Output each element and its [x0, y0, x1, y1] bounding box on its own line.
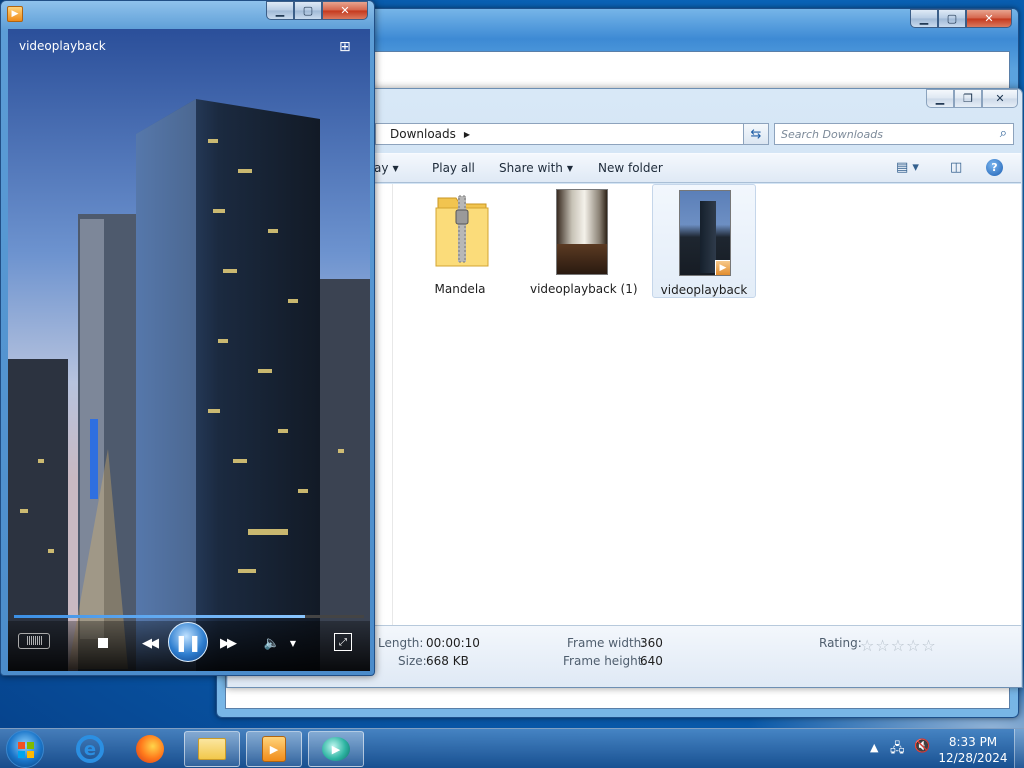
previous-button[interactable]: ◀◀	[134, 631, 164, 655]
search-input[interactable]: Search Downloads ⌕	[774, 123, 1014, 145]
visualization-icon[interactable]: ||||||||	[18, 633, 50, 649]
length-value: 00:00:10	[426, 636, 480, 650]
size-value: 668 KB	[426, 654, 469, 668]
restore-button[interactable]: ❐	[954, 89, 982, 108]
video-thumbnail: ▶	[679, 190, 731, 276]
new-folder-button[interactable]: New folder	[598, 161, 663, 175]
zip-folder-icon	[435, 195, 489, 267]
clock-date: 12/28/2024	[938, 751, 1008, 765]
length-label: Length:	[378, 636, 424, 650]
taskbar-firefox[interactable]	[122, 731, 178, 767]
video-surface[interactable]: videoplayback ⊞ |||||||| ◀◀ ❚❚ ▶▶ 🔈 ▼ ⤢	[8, 29, 370, 671]
change-view-icon[interactable]: ▤ ▾	[896, 160, 919, 175]
maximize-button[interactable]: ▢	[294, 1, 322, 20]
navigation-pane-edge	[376, 184, 393, 625]
player-caption-buttons: ▁ ▢ ✕	[266, 1, 368, 20]
seek-bar-progress	[14, 615, 305, 618]
switch-to-library-icon[interactable]: ⊞	[339, 39, 351, 55]
video-title: videoplayback	[19, 39, 106, 53]
video-play-badge-icon: ▶	[715, 260, 730, 275]
pause-button[interactable]: ❚❚	[168, 622, 208, 662]
volume-icon[interactable]: 🔈	[262, 631, 282, 655]
system-clock[interactable]: 8:33 PM 12/28/2024	[938, 734, 1008, 766]
show-desktop-button[interactable]	[1014, 729, 1024, 768]
playback-controls: |||||||| ◀◀ ❚❚ ▶▶ 🔈 ▼ ⤢	[8, 621, 370, 671]
stop-button[interactable]	[97, 637, 109, 649]
firefox-icon	[136, 735, 164, 763]
file-item-mandela[interactable]: Mandela	[408, 184, 512, 298]
rating-stars[interactable]: ☆☆☆☆☆	[860, 636, 937, 655]
volume-dropdown-icon[interactable]: ▼	[288, 633, 298, 653]
refresh-icon[interactable]: ⇆	[743, 123, 769, 145]
taskbar-greenshot[interactable]: ▶	[308, 731, 364, 767]
internet-explorer-icon: e	[76, 735, 104, 763]
taskbar-internet-explorer[interactable]: e	[62, 731, 118, 767]
file-item-videoplayback-1[interactable]: ▶ videoplayback (1)	[530, 184, 638, 298]
show-hidden-icons-icon[interactable]: ▲	[870, 741, 878, 754]
close-button[interactable]: ✕	[322, 1, 368, 20]
video-play-badge-icon: ▶	[592, 259, 607, 274]
file-item-videoplayback[interactable]: ▶ videoplayback	[652, 184, 756, 298]
taskbar-media-player[interactable]: ▶	[246, 731, 302, 767]
greenshot-icon: ▶	[322, 737, 350, 761]
search-placeholder: Search Downloads	[781, 127, 883, 141]
file-name: videoplayback	[660, 283, 748, 297]
frame-width-value: 360	[640, 636, 663, 650]
seek-bar[interactable]	[14, 615, 364, 618]
size-label: Size:	[398, 654, 427, 668]
file-name: videoplayback (1)	[530, 282, 638, 296]
minimize-button[interactable]: ▁	[266, 1, 294, 20]
frame-height-value: 640	[640, 654, 663, 668]
fullscreen-icon[interactable]: ⤢	[334, 633, 352, 651]
next-button[interactable]: ▶▶	[212, 631, 242, 655]
frame-height-label: Frame height:	[563, 654, 647, 668]
minimize-button[interactable]: ▁	[910, 9, 938, 28]
address-bar[interactable]: Downloads ▶ ▼	[375, 123, 767, 145]
organize-menu-partial[interactable]: ay ▼	[374, 161, 399, 175]
help-icon[interactable]: ?	[986, 159, 1003, 176]
explorer-caption-buttons: ▁ ❐ ✕	[926, 89, 1018, 108]
preview-pane-icon[interactable]: ◫	[950, 160, 962, 175]
media-player-app-icon: ▶	[7, 6, 23, 22]
media-player-icon: ▶	[262, 736, 286, 762]
taskbar-file-explorer[interactable]	[184, 731, 240, 767]
network-icon[interactable]: 🖧	[890, 739, 905, 761]
close-button[interactable]: ✕	[982, 89, 1018, 108]
video-frame-city-skyline	[8, 29, 370, 671]
file-explorer-icon	[198, 738, 226, 760]
share-with-menu[interactable]: Share with ▼	[499, 161, 573, 175]
video-thumbnail: ▶	[556, 189, 608, 275]
file-name: Mandela	[434, 282, 486, 296]
rating-label: Rating:	[819, 636, 862, 650]
maximize-button[interactable]: ▢	[938, 9, 966, 28]
background-window-caption-buttons: ▁ ▢ ✕	[910, 9, 1012, 28]
volume-muted-icon[interactable]: 🔇	[914, 739, 930, 754]
taskbar: e ▶ ▶ ▲ 🖧 🔇 8:33 PM 12/28/2024	[0, 728, 1024, 768]
media-player-window[interactable]: ▶ ▁ ▢ ✕ videoplayback ⊞ |||||||| ◀◀ ❚❚ ▶…	[0, 0, 375, 676]
breadcrumb-arrow-icon[interactable]: ▶	[464, 130, 470, 139]
search-icon[interactable]: ⌕	[1000, 126, 1007, 141]
close-button[interactable]: ✕	[966, 9, 1012, 28]
play-all-button[interactable]: Play all	[432, 161, 475, 175]
frame-width-label: Frame width:	[567, 636, 646, 650]
start-button[interactable]	[6, 730, 44, 768]
clock-time: 8:33 PM	[948, 735, 998, 749]
minimize-button[interactable]: ▁	[926, 89, 954, 108]
breadcrumb-downloads[interactable]: Downloads	[390, 127, 456, 141]
